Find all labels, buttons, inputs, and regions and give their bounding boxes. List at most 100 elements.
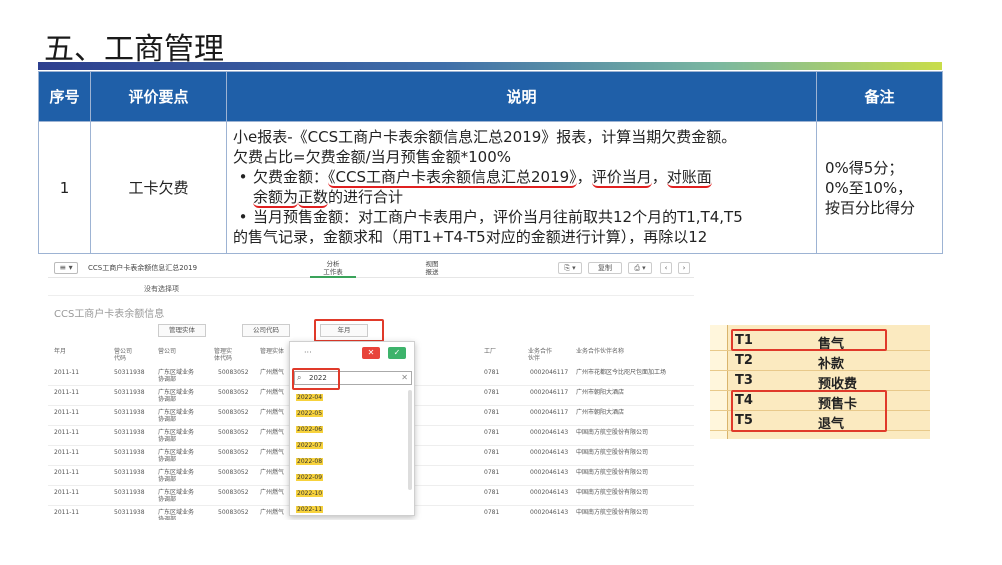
- table-cell: 广州燃气: [260, 429, 285, 436]
- bullet-text: 的进行合计: [328, 187, 404, 206]
- note-line: 0%至10%，: [825, 178, 913, 197]
- list-item-label: 2022-06: [296, 426, 324, 433]
- cancel-button[interactable]: ✕: [362, 347, 380, 359]
- table-cell: 0002046143: [530, 469, 569, 476]
- table-cell: 2011-11: [54, 369, 80, 376]
- transaction-type-legend: T1 售气 T2 补款 T3 预收费 T4 预售卡 T5 退气: [710, 325, 930, 439]
- table-cell: 广东区域业务协调部: [158, 449, 195, 463]
- bookmark-button[interactable]: ⎘ ▾: [558, 262, 582, 274]
- table-cell: 广州燃气: [260, 509, 285, 516]
- table-cell: 2011-11: [54, 409, 80, 416]
- legend-code: T3: [735, 373, 753, 388]
- list-item-label: 2022-07: [296, 442, 324, 449]
- tab-sub: 报送: [425, 268, 439, 276]
- list-item[interactable]: 2022-11: [296, 502, 408, 518]
- table-cell: 2011-11: [54, 469, 80, 476]
- table-cell: 50311938: [114, 389, 145, 396]
- table-cell: 广州市朝阳大酒店: [576, 409, 625, 416]
- list-item[interactable]: 2022-06: [296, 422, 408, 438]
- table-cell: 50311938: [114, 489, 145, 496]
- table-cell: 2011-11: [54, 509, 80, 516]
- col-header[interactable]: 年月: [54, 348, 66, 355]
- report-screenshot: ≡ ▾ CCS工商户卡表余额信息汇总2019 分析 工作表 视图 报送 ⎘ ▾ …: [48, 258, 694, 520]
- tab-analysis[interactable]: 分析 工作表: [310, 260, 356, 278]
- positive-text-underlined: 正数: [298, 187, 329, 208]
- prev-button[interactable]: ‹: [660, 262, 672, 274]
- table-cell: 50311938: [114, 469, 145, 476]
- table-cell: 0781: [484, 389, 500, 396]
- note-line: 按百分比得分: [825, 198, 916, 217]
- next-button[interactable]: ›: [678, 262, 690, 274]
- scrollbar[interactable]: [408, 390, 412, 490]
- list-item[interactable]: 2022-10: [296, 486, 408, 502]
- table-cell: 0781: [484, 509, 500, 516]
- table-cell: 0002046117: [530, 369, 569, 376]
- clear-icon[interactable]: ✕: [401, 372, 408, 384]
- filter-popup[interactable]: ··· ✕ ✓ ⌕ 2022 ✕ 2022-04 2022-05 2022-06 20…: [289, 341, 415, 516]
- bullet-dot-icon: •: [238, 167, 248, 186]
- account-text-underlined: 对账面: [666, 167, 712, 188]
- tab-sub: 工作表: [323, 268, 343, 276]
- report-toolbar: ≡ ▾ CCS工商户卡表余额信息汇总2019 分析 工作表 视图 报送 ⎘ ▾ …: [48, 258, 694, 278]
- table-cell: 50083052: [218, 409, 249, 416]
- list-item-label: 2022-08: [296, 458, 324, 465]
- col-header[interactable]: 工厂: [484, 348, 496, 355]
- table-cell: 广东区域业务协调部: [158, 509, 195, 520]
- list-item[interactable]: 2022-07: [296, 438, 408, 454]
- table-cell: 50083052: [218, 389, 249, 396]
- col-header[interactable]: 业务合作伙伴名称: [576, 348, 624, 355]
- copy-button[interactable]: 复制: [588, 262, 622, 274]
- bullet-item: • 当月预售金额：对工商户卡表用户，评价当月往前取共12个月的T1,T4,T5: [233, 207, 810, 227]
- table-cell: 广州市花都区今比咫尺包面加工场: [576, 369, 667, 376]
- col-header[interactable]: 营公司代码: [114, 348, 136, 362]
- print-button[interactable]: ⎙ ▾: [628, 262, 652, 274]
- table-cell: 0781: [484, 489, 500, 496]
- cell-item: 工卡欠费: [90, 121, 227, 254]
- table-cell: 广东区域业务协调部: [158, 369, 195, 383]
- table-cell: 50311938: [114, 409, 145, 416]
- bullet-text: 当月预售金额：对工商户卡表用户，评价当月往前取共12个月的T1,T4,T5: [253, 207, 743, 226]
- menu-icon[interactable]: ≡ ▾: [54, 262, 78, 274]
- table-cell: 中国南方航空股份有限公司: [576, 469, 649, 476]
- table-cell: 广东区域业务协调部: [158, 429, 195, 443]
- list-item[interactable]: 2022-04: [296, 390, 408, 406]
- legend-name: 补款: [818, 357, 845, 372]
- table-cell: 广州燃气: [260, 369, 285, 376]
- col-header[interactable]: 业务合作伙伴: [528, 348, 554, 362]
- table-cell: 50083052: [218, 489, 249, 496]
- table-cell: 0781: [484, 469, 500, 476]
- table-cell: 50083052: [218, 509, 249, 516]
- value-list: 2022-04 2022-05 2022-06 2022-07 2022-08 2022-…: [296, 390, 408, 518]
- list-item[interactable]: 2022-08: [296, 454, 408, 470]
- table-cell: 2011-11: [54, 429, 80, 436]
- confirm-button[interactable]: ✓: [388, 347, 406, 359]
- punct: ，: [651, 167, 667, 186]
- table-cell: 50311938: [114, 429, 145, 436]
- table-cell: 0781: [484, 429, 500, 436]
- header-seq: 序号: [38, 71, 91, 122]
- table-cell: 2011-11: [54, 489, 80, 496]
- table-cell: 中国南方航空股份有限公司: [576, 429, 649, 436]
- table-cell: 广州市朝阳大酒店: [576, 389, 625, 396]
- filter-management[interactable]: 管理实体: [158, 324, 206, 337]
- desc-line: 欠费占比=欠费金额/当月预售金额*100%: [233, 147, 512, 166]
- table-cell: 0002046143: [530, 429, 569, 436]
- more-icon[interactable]: ···: [304, 348, 312, 357]
- list-item[interactable]: 2022-09: [296, 470, 408, 486]
- col-header[interactable]: 管理实体: [260, 348, 284, 355]
- table-cell: 广州燃气: [260, 409, 285, 416]
- tab-view[interactable]: 视图 报送: [412, 260, 452, 276]
- list-item-label: 2022-04: [296, 394, 324, 401]
- list-item[interactable]: 2022-05: [296, 406, 408, 422]
- table-cell: 2011-11: [54, 449, 80, 456]
- filter-company-code[interactable]: 公司代码: [242, 324, 290, 337]
- list-item-label: 2022-11: [296, 506, 324, 513]
- table-cell: 0002046143: [530, 449, 569, 456]
- table-cell: 广东区域业务协调部: [158, 489, 195, 503]
- col-header[interactable]: 营公司: [158, 348, 176, 355]
- legend-row: T2 补款: [710, 351, 930, 372]
- tab-label: 分析: [326, 260, 340, 268]
- header-item: 评价要点: [90, 71, 227, 122]
- col-header[interactable]: 管理实体代码: [214, 348, 236, 362]
- table-cell: 0002046117: [530, 389, 569, 396]
